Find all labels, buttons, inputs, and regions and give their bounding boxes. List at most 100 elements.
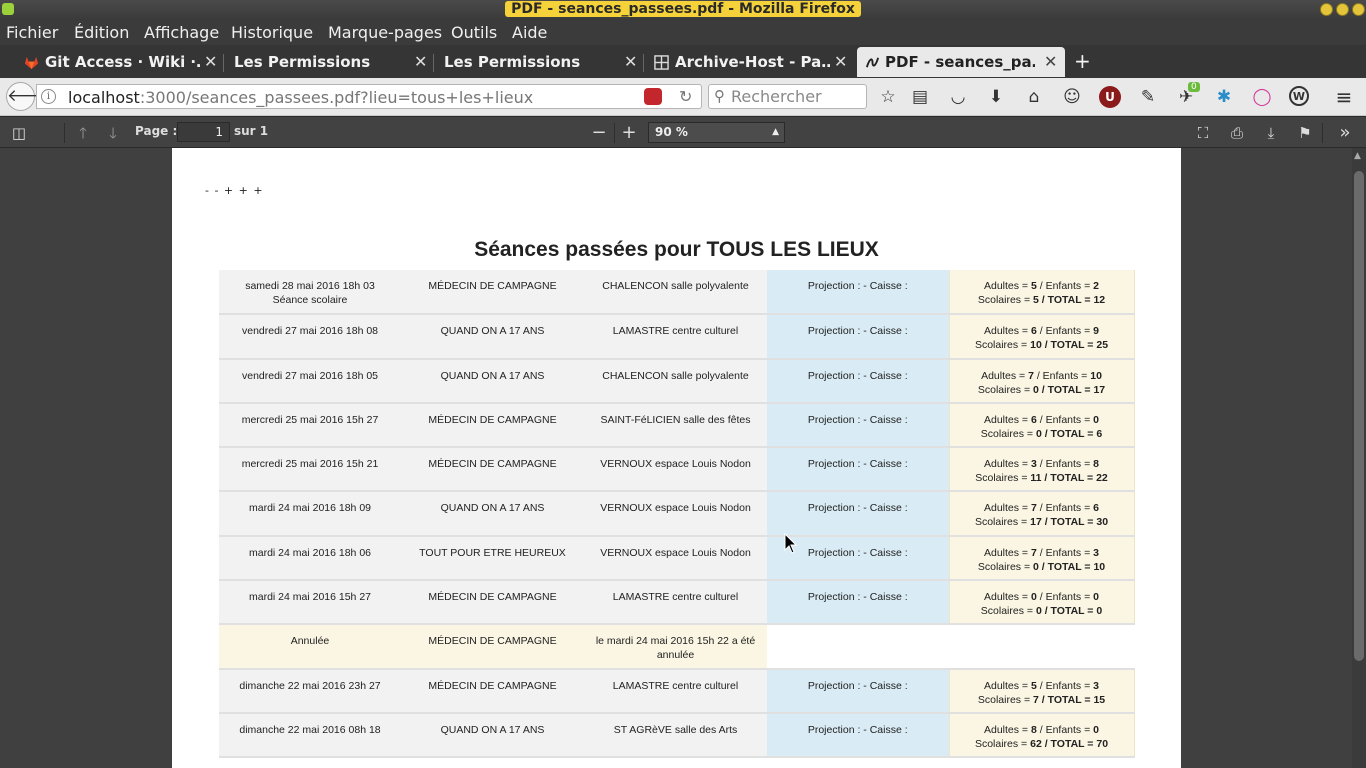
previous-page-icon[interactable]: 🡑 bbox=[72, 122, 94, 144]
pdf-viewer[interactable]: - - + + + Séances passées pour TOUS LES … bbox=[0, 148, 1352, 768]
close-icon[interactable]: ✕ bbox=[624, 52, 637, 71]
film-cell: TOUT POUR ETRE HEUREUX bbox=[401, 535, 584, 582]
bookmark-icon[interactable]: ⚑ bbox=[1294, 122, 1316, 144]
caisse-cell: Projection : - Caisse : bbox=[767, 668, 949, 714]
chat-icon[interactable]: ☺ bbox=[1061, 86, 1083, 108]
table-row: mardi 24 mai 2016 18h 06 TOUT POUR ETRE H… bbox=[219, 535, 1135, 582]
color-wheel-icon[interactable]: ◯ bbox=[1251, 86, 1273, 108]
reload-icon[interactable]: ↻ bbox=[679, 87, 692, 106]
close-icon[interactable]: ✕ bbox=[1044, 52, 1057, 71]
date-cell: dimanche 22 mai 2016 23h 27 bbox=[219, 668, 401, 714]
grid-icon bbox=[654, 55, 669, 70]
lieu-cell: CHALENCON salle polyvalente bbox=[584, 358, 767, 404]
table-row: mercredi 25 mai 2016 15h 27 MÉDECIN DE CA… bbox=[219, 402, 1135, 449]
download-icon[interactable]: ⬇ bbox=[985, 86, 1007, 108]
close-icon[interactable]: ✕ bbox=[834, 52, 847, 71]
menu-outils[interactable]: Outils bbox=[451, 23, 497, 42]
film-cell: MÉDECIN DE CAMPAGNE bbox=[401, 624, 584, 670]
url-bar[interactable]: i localhost:3000/seances_passees.pdf?lie… bbox=[36, 84, 702, 109]
caisse-cell: Projection : - Caisse : bbox=[767, 358, 949, 404]
search-bar[interactable]: ⚲ bbox=[708, 84, 867, 109]
scrollbar[interactable]: ▲ bbox=[1352, 148, 1366, 768]
tab-pdf-seances[interactable]: PDF - seances_pa… ✕ bbox=[857, 47, 1065, 77]
print-icon[interactable]: ⎙ bbox=[1226, 122, 1248, 144]
lieu-cell: LAMASTRE centre culturel bbox=[584, 668, 767, 714]
menu-marque-pages[interactable]: Marque-pages bbox=[328, 23, 442, 42]
info-icon[interactable]: i bbox=[41, 89, 56, 104]
back-button[interactable]: 🡐 bbox=[6, 82, 53, 111]
url-text: localhost:3000/seances_passees.pdf?lieu=… bbox=[68, 88, 534, 107]
page-number-input[interactable] bbox=[177, 122, 230, 142]
maximize-button[interactable] bbox=[1336, 3, 1349, 16]
network-icon[interactable]: ✱ bbox=[1213, 86, 1235, 108]
date-cell: Annulée bbox=[219, 624, 401, 670]
totals-cell: Adultes = 5 / Enfants = 3 Scolaires = 7 /… bbox=[948, 668, 1135, 714]
pdf-icon bbox=[865, 57, 880, 68]
menu-historique[interactable]: Historique bbox=[231, 23, 313, 42]
sidebar-toggle-icon[interactable]: ◫ bbox=[8, 122, 30, 144]
menu-bar: Fichier Édition Affichage Historique Mar… bbox=[0, 20, 1366, 45]
scroll-up-icon[interactable]: ▲ bbox=[1354, 151, 1361, 161]
lieu-cell: VERNOUX espace Louis Nodon bbox=[584, 447, 767, 493]
extension-badge: 0 bbox=[1188, 82, 1200, 92]
close-icon[interactable]: ✕ bbox=[204, 52, 217, 71]
wordpress-icon[interactable]: W bbox=[1289, 86, 1309, 106]
bookmark-star-icon[interactable]: ☆ bbox=[877, 86, 899, 108]
table-row: dimanche 22 mai 2016 08h 18 QUAND ON A 17… bbox=[219, 712, 1135, 759]
scrollbar-thumb[interactable] bbox=[1354, 171, 1364, 661]
film-cell: QUAND ON A 17 ANS bbox=[401, 712, 584, 759]
window-title-bar: PDF - seances_passees.pdf - Mozilla Fire… bbox=[0, 0, 1366, 20]
lieu-cell: LAMASTRE centre culturel bbox=[584, 314, 767, 360]
date-cell: mercredi 25 mai 2016 15h 27 bbox=[219, 402, 401, 449]
pdf-toolbar: ◫ 🡑 🡓 Page : sur 1 − + 90 %▲ ⛶ ⎙ ⤓ ⚑ » bbox=[0, 117, 1366, 148]
close-window-button[interactable] bbox=[1352, 3, 1365, 16]
menu-edition[interactable]: Édition bbox=[74, 23, 129, 42]
fullscreen-icon[interactable]: ⛶ bbox=[1192, 122, 1214, 144]
zoom-in-icon[interactable]: + bbox=[618, 122, 640, 144]
tab-label: Les Permissions bbox=[444, 53, 581, 71]
search-input[interactable] bbox=[731, 87, 861, 106]
header-text: - - + + + bbox=[205, 184, 264, 197]
film-cell: QUAND ON A 17 ANS bbox=[401, 314, 584, 360]
next-page-icon[interactable]: 🡓 bbox=[102, 122, 124, 144]
totals-cell: Adultes = 7 / Enfants = 10 Scolaires = 0 … bbox=[948, 358, 1135, 404]
date-cell: mardi 24 mai 2016 18h 09 bbox=[219, 491, 401, 537]
minimize-button[interactable] bbox=[1320, 3, 1333, 16]
date-cell: mardi 24 mai 2016 15h 27 bbox=[219, 580, 401, 626]
table-row: vendredi 27 mai 2016 18h 08 QUAND ON A 17… bbox=[219, 314, 1135, 360]
tab-les-permissions-2[interactable]: Les Permissions ✕ bbox=[436, 47, 641, 77]
totals-cell: Adultes = 3 / Enfants = 8 Scolaires = 11 … bbox=[948, 447, 1135, 493]
menu-aide[interactable]: Aide bbox=[512, 23, 547, 42]
close-icon[interactable]: ✕ bbox=[414, 52, 427, 71]
tab-archive-host[interactable]: Archive-Host - Pa… ✕ bbox=[646, 47, 851, 77]
menu-fichier[interactable]: Fichier bbox=[6, 23, 58, 42]
table-row: mardi 24 mai 2016 15h 27 MÉDECIN DE CAMPA… bbox=[219, 580, 1135, 626]
pocket-icon[interactable]: ◡ bbox=[947, 86, 969, 108]
reading-list-icon[interactable]: ▤ bbox=[909, 86, 931, 108]
lastpass-icon[interactable] bbox=[644, 88, 662, 105]
save-icon[interactable]: ⤓ bbox=[1260, 122, 1282, 144]
caisse-cell: Projection : - Caisse : bbox=[767, 712, 949, 759]
film-cell: MÉDECIN DE CAMPAGNE bbox=[401, 447, 584, 493]
pen-icon[interactable]: ✎ bbox=[1137, 86, 1159, 108]
film-cell: QUAND ON A 17 ANS bbox=[401, 491, 584, 537]
zoom-out-icon[interactable]: − bbox=[588, 122, 610, 144]
new-tab-button[interactable]: + bbox=[1070, 47, 1094, 77]
ublock-icon[interactable]: U bbox=[1099, 86, 1121, 108]
tools-menu-icon[interactable]: » bbox=[1334, 122, 1356, 144]
tab-les-permissions-1[interactable]: Les Permissions ✕ bbox=[226, 47, 431, 77]
tab-label: Les Permissions bbox=[234, 53, 371, 71]
hamburger-menu-icon[interactable]: ≡ bbox=[1333, 86, 1355, 108]
chevron-down-icon: ▲ bbox=[772, 127, 779, 137]
film-cell: MÉDECIN DE CAMPAGNE bbox=[401, 270, 584, 316]
tab-git-access[interactable]: Git Access · Wiki ·… ✕ bbox=[16, 47, 221, 77]
date-cell: mardi 24 mai 2016 18h 06 bbox=[219, 535, 401, 582]
zoom-select[interactable]: 90 % ▲ bbox=[648, 122, 785, 143]
home-icon[interactable]: ⌂ bbox=[1023, 86, 1045, 108]
lieu-cell: LAMASTRE centre culturel bbox=[584, 580, 767, 626]
film-cell: MÉDECIN DE CAMPAGNE bbox=[401, 580, 584, 626]
menu-affichage[interactable]: Affichage bbox=[144, 23, 219, 42]
film-cell: MÉDECIN DE CAMPAGNE bbox=[401, 402, 584, 449]
date-cell: dimanche 22 mai 2016 08h 18 bbox=[219, 712, 401, 759]
pdf-page: - - + + + Séances passées pour TOUS LES … bbox=[172, 148, 1181, 768]
